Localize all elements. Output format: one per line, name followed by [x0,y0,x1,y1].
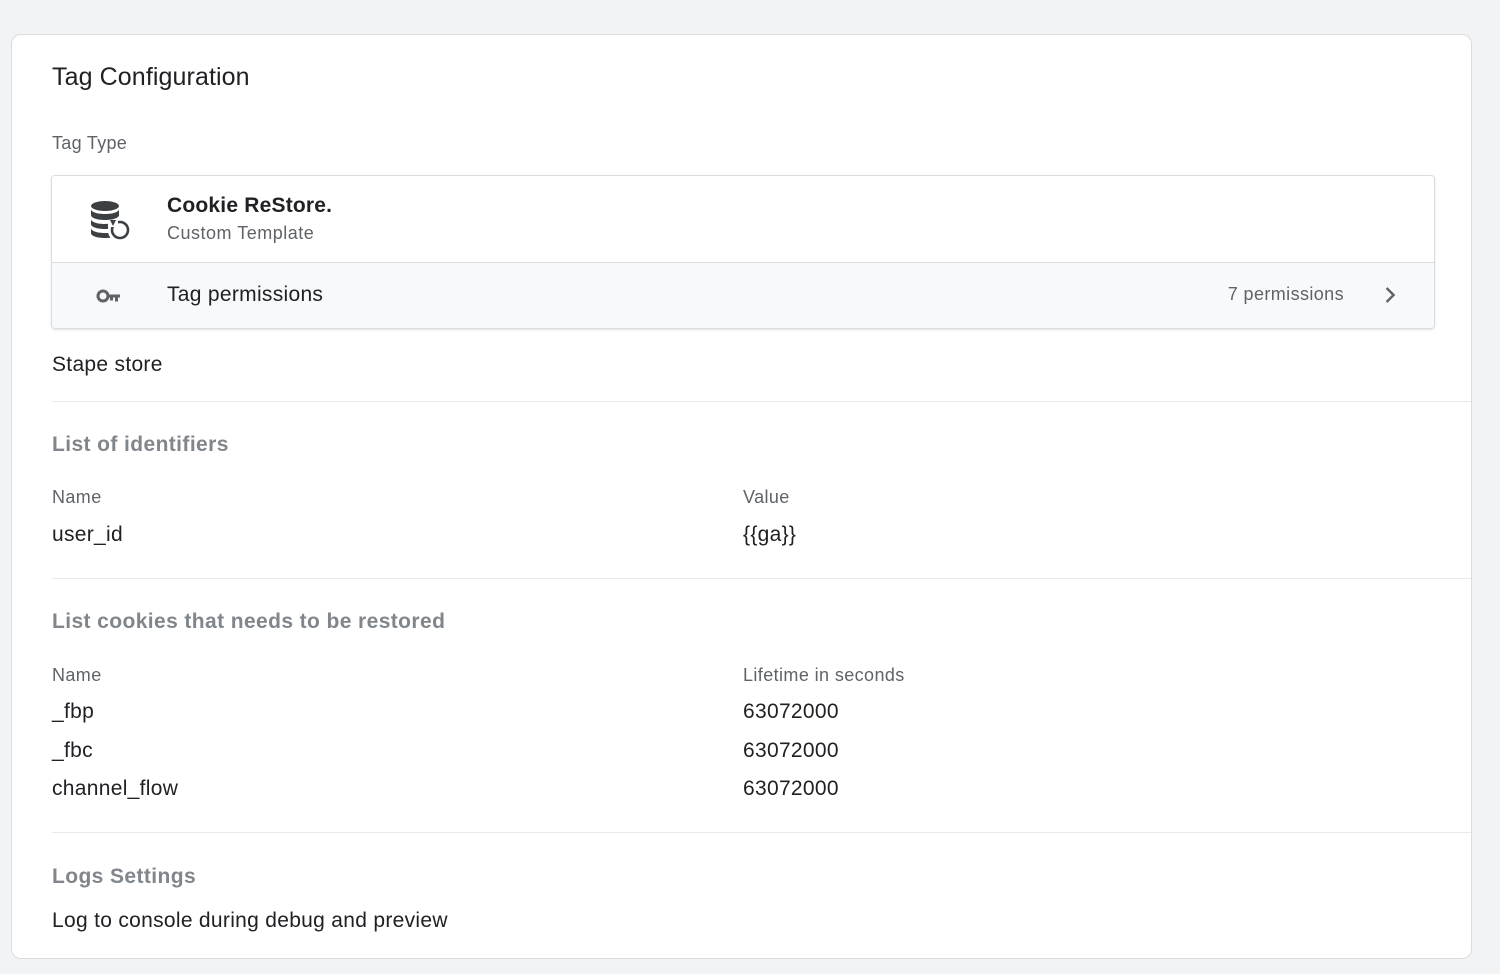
permissions-count: 7 permissions [1227,284,1344,304]
identifier-name: user_id [52,523,123,546]
tag-configuration-card: Tag Configuration Tag Type Cookie ReStor… [11,34,1472,959]
tag-type-row[interactable]: Cookie ReStore. Custom Template [52,176,1434,263]
divider [52,401,1471,402]
cookies-header-lifetime: Lifetime in seconds [743,665,905,685]
tag-permissions-label: Tag permissions [167,283,324,306]
tag-type-name: Cookie ReStore. [167,194,333,217]
cookie-lifetime: 63072000 [743,739,839,762]
divider [52,832,1471,833]
cookie-name: _fbc [52,739,93,762]
cookies-header-name: Name [52,665,102,685]
identifiers-header-name: Name [52,487,102,507]
identifiers-title: List of identifiers [52,433,229,456]
identifiers-header-value: Value [743,487,790,507]
cookie-lifetime: 63072000 [743,777,839,800]
divider [52,578,1471,579]
tag-type-subtitle: Custom Template [167,223,315,243]
store-text: Stape store [52,353,163,376]
key-icon [96,289,120,303]
database-restore-icon [91,201,130,240]
cookie-name: channel_flow [52,777,179,800]
identifier-value: {{ga}} [743,523,797,546]
logs-title: Logs Settings [52,865,197,888]
logs-value: Log to console during debug and preview [52,909,448,932]
cookies-title: List cookies that needs to be restored [52,610,446,633]
chevron-right-icon [1385,287,1396,303]
cookie-lifetime: 63072000 [743,700,839,723]
tag-permissions-row[interactable]: Tag permissions 7 permissions [52,263,1434,328]
tag-type-box: Cookie ReStore. Custom Template Tag perm… [51,175,1435,329]
card-title: Tag Configuration [52,63,250,91]
cookie-name: _fbp [52,700,95,723]
tag-type-label: Tag Type [52,133,128,153]
